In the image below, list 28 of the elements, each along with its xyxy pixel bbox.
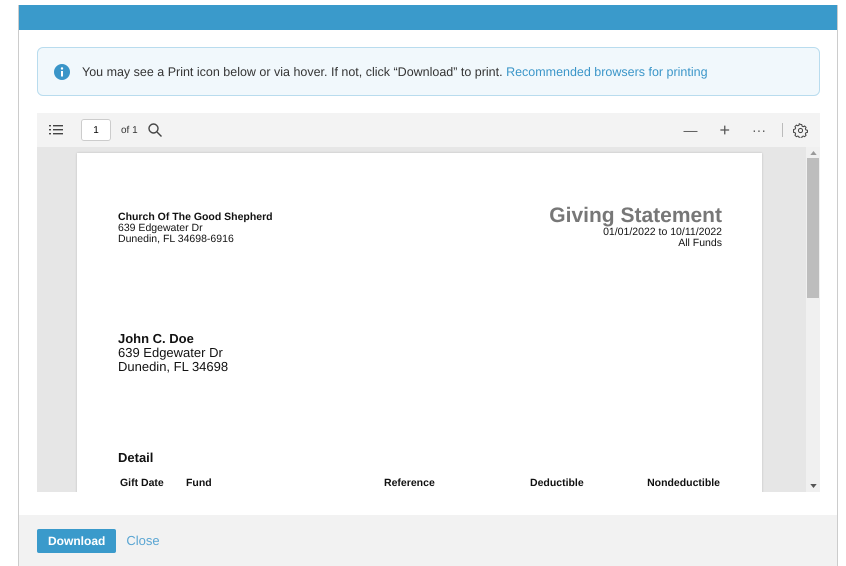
scrollbar-thumb[interactable] [807,158,819,298]
settings-icon[interactable] [793,122,808,138]
more-button[interactable]: ··· [746,122,772,138]
page-number-field[interactable]: 1 [81,119,111,141]
search-icon[interactable] [148,123,162,137]
info-icon [54,64,70,80]
sender-address: Dunedin, FL 34698-6916 [118,234,235,245]
section-heading: Detail [118,450,154,465]
page-count: of 1 [121,124,138,136]
column-header: Nondeductible [646,477,720,489]
column-header: Reference [384,477,436,489]
zoom-in-button[interactable]: + [713,120,736,140]
statement-period: 01/01/2022 to 10/11/2022 [603,227,722,238]
column-header: Fund [186,477,213,489]
column-header: Gift Date [120,477,165,489]
statement-title: Giving Statement [549,205,722,227]
scroll-down-icon[interactable] [810,484,816,488]
recipient-address: 639 Edgewater Dr [118,346,224,360]
sender-address: 639 Edgewater Dr [118,223,204,234]
scrollbar[interactable] [806,147,820,492]
statement-funds: All Funds [677,238,722,249]
contents-icon[interactable] [49,125,63,135]
recipient-name: John C. Doe [118,332,195,346]
sender-name: Church Of The Good Shepherd [118,211,273,223]
recipient-address: Dunedin, FL 34698 [118,360,230,374]
notice-text: You may see a Print icon below or via hover. If not, click “Download” to print. Recommended browsers for printing [82,64,708,78]
column-header: Deductible [530,477,585,489]
zoom-out-button[interactable]: — [677,122,704,138]
